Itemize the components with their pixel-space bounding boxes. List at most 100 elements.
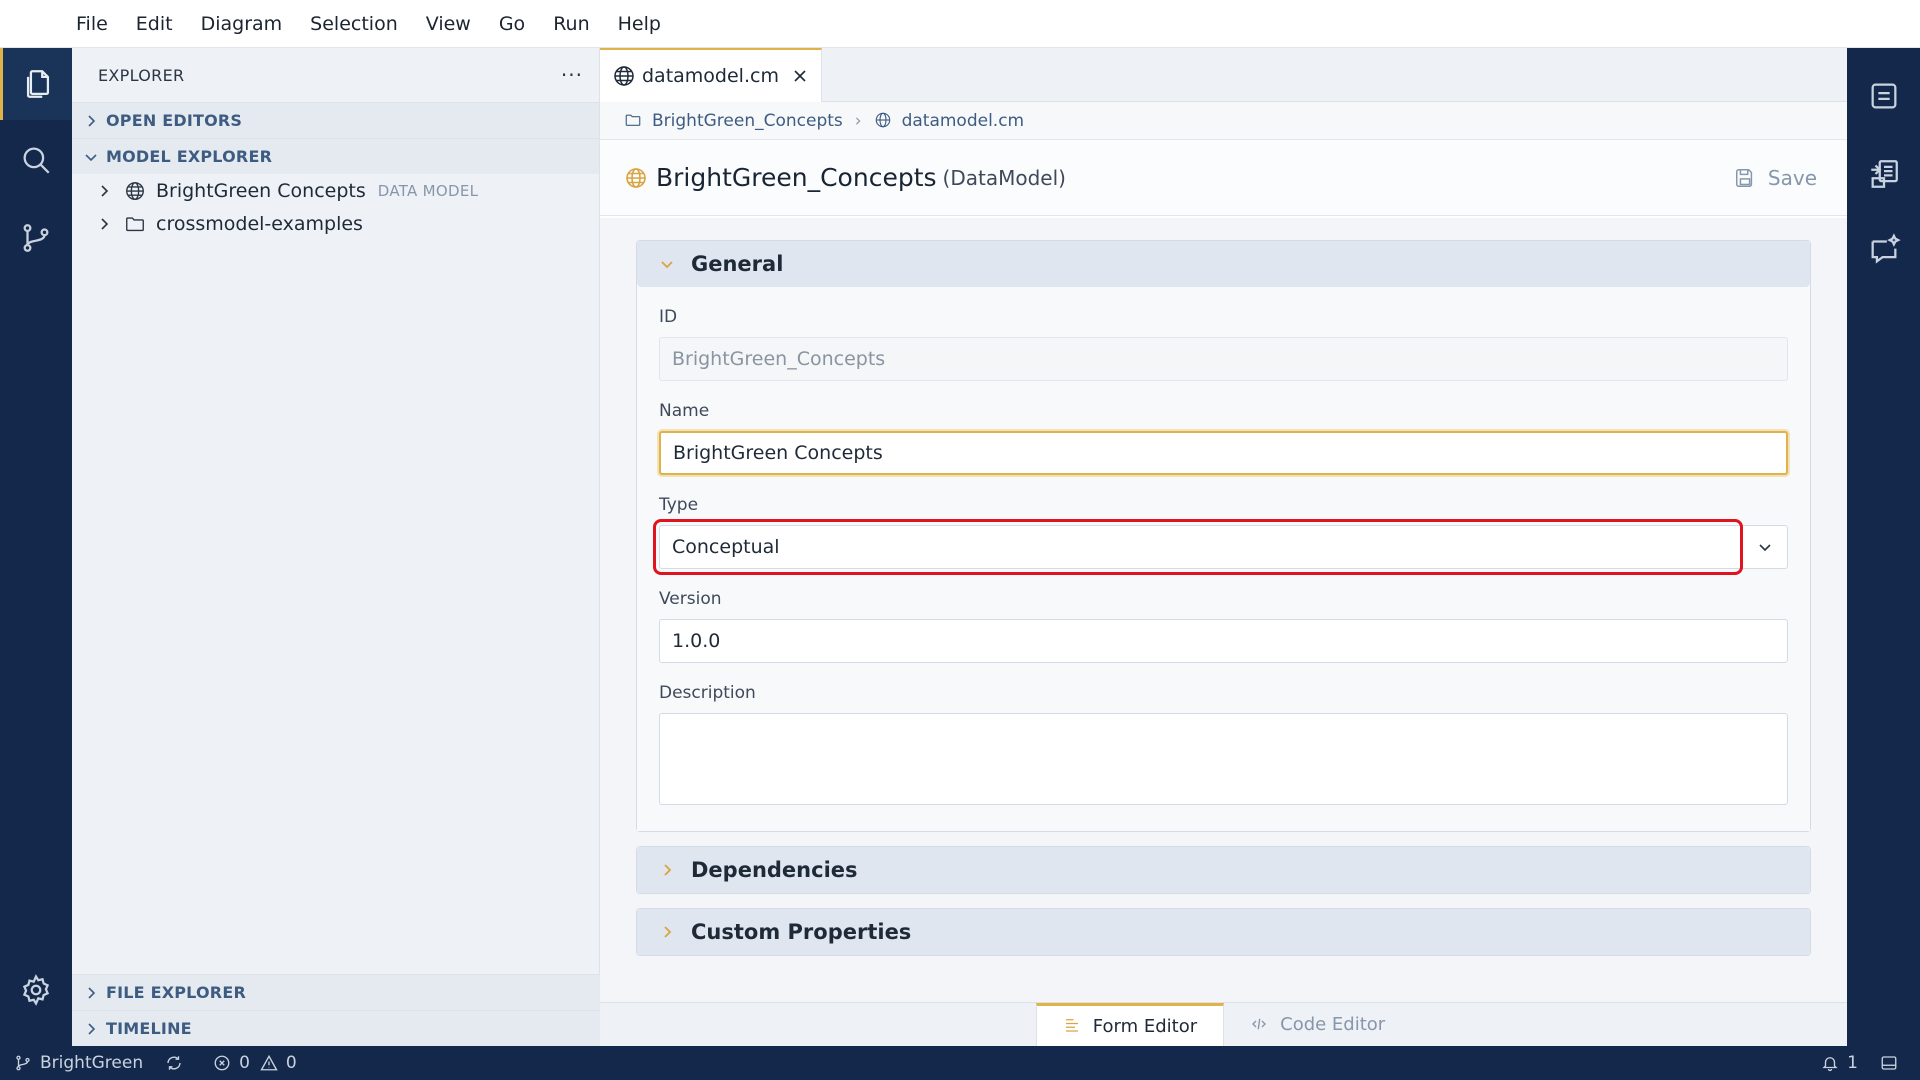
sync-icon bbox=[167, 1056, 181, 1070]
outline-icon bbox=[1871, 83, 1896, 109]
error-count: 0 bbox=[239, 1053, 250, 1073]
outline-button[interactable] bbox=[1847, 60, 1920, 132]
open-editors-label: OPEN EDITORS bbox=[106, 111, 243, 130]
menu-file[interactable]: File bbox=[74, 9, 110, 39]
explorer-activity-button[interactable] bbox=[0, 48, 72, 120]
save-button[interactable]: Save bbox=[1734, 166, 1817, 190]
form-body: General ID BrightGreen_Concepts Name Bri… bbox=[600, 218, 1847, 1002]
id-field: BrightGreen_Concepts bbox=[659, 337, 1788, 381]
description-field-group: Description bbox=[659, 683, 1788, 805]
warning-count: 0 bbox=[285, 1053, 297, 1073]
dependencies-panel: Dependencies bbox=[636, 846, 1811, 894]
branch-name: BrightGreen bbox=[40, 1053, 144, 1073]
menu-diagram[interactable]: Diagram bbox=[199, 9, 285, 39]
layout-toggle[interactable] bbox=[1880, 1054, 1906, 1072]
custom-properties-panel: Custom Properties bbox=[636, 908, 1811, 956]
gear-icon bbox=[22, 974, 50, 1006]
editor-mode-tabs: Form Editor Code Editor bbox=[600, 1002, 1847, 1046]
version-label: Version bbox=[659, 589, 722, 609]
version-field[interactable]: 1.0.0 bbox=[659, 619, 1788, 663]
tree-item-crossmodel-examples[interactable]: crossmodel-examples bbox=[72, 207, 599, 240]
explorer-sidebar: EXPLORER ··· OPEN EDITORS MODEL EXPLORER… bbox=[72, 48, 600, 1046]
source-control-activity-button[interactable] bbox=[0, 202, 72, 274]
panel-icon bbox=[1881, 1056, 1897, 1070]
menu-view[interactable]: View bbox=[424, 9, 473, 39]
menu-edit[interactable]: Edit bbox=[134, 9, 175, 39]
tree-item-brightgreen-concepts[interactable]: BrightGreen Concepts DATA MODEL bbox=[72, 174, 599, 207]
menu-help[interactable]: Help bbox=[616, 9, 663, 39]
warning-icon bbox=[260, 1054, 278, 1071]
tab-datamodel[interactable]: datamodel.cm bbox=[600, 48, 822, 102]
search-icon bbox=[23, 147, 50, 174]
search-activity-button[interactable] bbox=[0, 124, 72, 196]
custom-properties-panel-header[interactable]: Custom Properties bbox=[637, 909, 1810, 955]
chat-button[interactable] bbox=[1847, 214, 1920, 286]
explorer-title: EXPLORER bbox=[98, 65, 185, 85]
sidebar-bottom-sections: FILE EXPLORER TIMELINE bbox=[72, 974, 600, 1046]
chevron-down-icon bbox=[80, 150, 102, 164]
timeline-label: TIMELINE bbox=[106, 1019, 192, 1038]
secondary-activity-bar bbox=[1847, 48, 1920, 1046]
description-field[interactable] bbox=[659, 713, 1788, 805]
model-kind: (DataModel) bbox=[942, 165, 1066, 190]
branch-status[interactable]: BrightGreen bbox=[14, 1053, 143, 1073]
model-explorer-section[interactable]: MODEL EXPLORER bbox=[72, 138, 599, 174]
type-select[interactable]: Conceptual bbox=[653, 519, 1788, 575]
properties-icon bbox=[1870, 160, 1898, 188]
file-explorer-section[interactable]: FILE EXPLORER bbox=[72, 974, 600, 1010]
chevron-right-icon bbox=[657, 925, 677, 939]
settings-activity-button[interactable] bbox=[0, 954, 72, 1026]
problems-status[interactable]: 0 0 bbox=[213, 1053, 297, 1073]
properties-button[interactable] bbox=[1847, 138, 1920, 210]
type-select-value[interactable]: Conceptual bbox=[659, 525, 1788, 569]
save-label: Save bbox=[1767, 165, 1817, 190]
menu-run[interactable]: Run bbox=[551, 9, 591, 39]
notifications-status[interactable]: 1 bbox=[1821, 1053, 1858, 1073]
chevron-right-icon bbox=[657, 863, 677, 877]
chevron-down-icon bbox=[1758, 544, 1771, 552]
git-branch-icon bbox=[23, 224, 49, 252]
more-actions-button[interactable]: ··· bbox=[561, 63, 583, 87]
status-right: 1 bbox=[1821, 1046, 1906, 1080]
dependencies-panel-header[interactable]: Dependencies bbox=[637, 847, 1810, 893]
name-field[interactable]: BrightGreen Concepts bbox=[659, 431, 1788, 475]
version-field-group: Version 1.0.0 bbox=[659, 589, 1788, 663]
globe-icon bbox=[612, 64, 636, 88]
form-editor-label: Form Editor bbox=[1092, 1015, 1198, 1037]
globe-icon bbox=[874, 111, 894, 131]
code-editor-label: Code Editor bbox=[1280, 1014, 1386, 1035]
editor-area: datamodel.cm BrightGreen_Concepts › data… bbox=[600, 48, 1847, 1046]
menu-go[interactable]: Go bbox=[497, 9, 527, 39]
chevron-right-icon bbox=[92, 217, 116, 231]
custom-properties-label: Custom Properties bbox=[691, 920, 912, 944]
timeline-section[interactable]: TIMELINE bbox=[72, 1010, 600, 1046]
general-panel-header[interactable]: General bbox=[637, 241, 1810, 287]
chevron-right-icon bbox=[92, 184, 116, 198]
name-field-group: Name BrightGreen Concepts bbox=[659, 401, 1788, 475]
notification-count: 1 bbox=[1847, 1053, 1858, 1073]
dropdown-button[interactable] bbox=[1740, 525, 1788, 569]
menu-selection[interactable]: Selection bbox=[308, 9, 400, 39]
dependencies-label: Dependencies bbox=[691, 858, 858, 882]
tab-code-editor[interactable]: Code Editor bbox=[1224, 1003, 1411, 1046]
form-header: BrightGreen_Concepts (DataModel) Save bbox=[600, 140, 1847, 216]
tab-form-editor[interactable]: Form Editor bbox=[1035, 1003, 1225, 1046]
breadcrumb-item-folder[interactable]: BrightGreen_Concepts bbox=[624, 111, 843, 131]
breadcrumb-label: datamodel.cm bbox=[901, 110, 1025, 131]
tree-item-label: BrightGreen Concepts bbox=[156, 179, 366, 202]
tree-item-label: crossmodel-examples bbox=[156, 212, 363, 235]
description-label: Description bbox=[659, 683, 756, 703]
editor-tab-bar: datamodel.cm bbox=[600, 48, 1847, 102]
page-title: BrightGreen_Concepts (DataModel) bbox=[624, 163, 1066, 192]
general-label: General bbox=[691, 252, 784, 276]
breadcrumb-item-file[interactable]: datamodel.cm bbox=[874, 110, 1025, 131]
close-icon[interactable] bbox=[789, 65, 811, 87]
model-explorer-label: MODEL EXPLORER bbox=[106, 147, 273, 166]
open-editors-section[interactable]: OPEN EDITORS bbox=[72, 102, 599, 138]
chevron-down-icon bbox=[657, 257, 677, 271]
error-icon bbox=[214, 1055, 230, 1071]
explorer-header: EXPLORER ··· bbox=[72, 48, 599, 102]
sync-status[interactable] bbox=[165, 1054, 191, 1072]
files-icon bbox=[26, 70, 49, 98]
chat-sparkle-icon bbox=[1871, 233, 1901, 264]
